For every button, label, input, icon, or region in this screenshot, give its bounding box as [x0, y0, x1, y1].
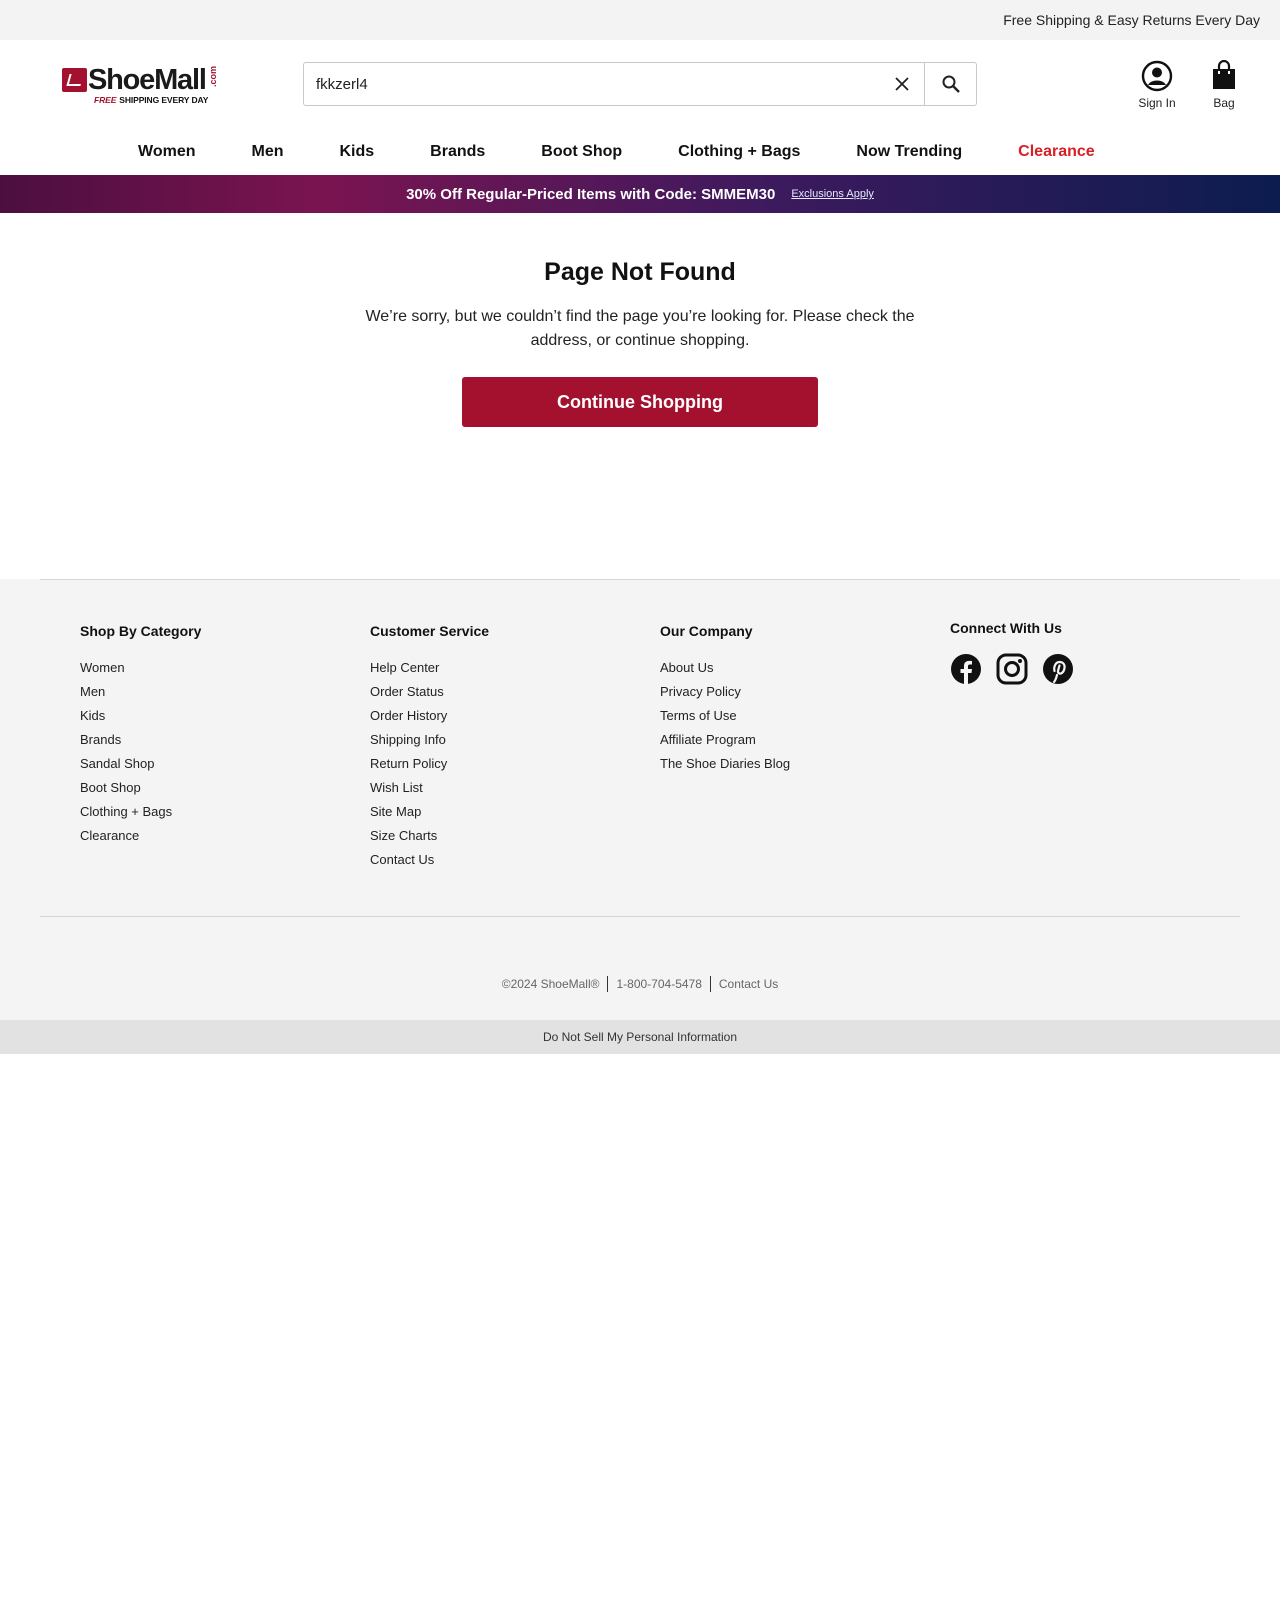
promo-banner[interactable]: 30% Off Regular-Priced Items with Code: …	[0, 175, 1280, 213]
footer-link-shoe-diaries-blog[interactable]: The Shoe Diaries Blog	[660, 752, 790, 776]
footer-customer-service: Customer Service Help Center Order Statu…	[370, 623, 489, 872]
footer-our-company: Our Company About Us Privacy Policy Term…	[660, 623, 790, 776]
promo-text: 30% Off Regular-Priced Items with Code: …	[406, 185, 776, 203]
footer-divider-top	[40, 579, 1240, 580]
footer-link-brands[interactable]: Brands	[80, 728, 201, 752]
footer-link-shipping-info[interactable]: Shipping Info	[370, 728, 489, 752]
footer-heading: Customer Service	[370, 623, 490, 639]
contact-us-link[interactable]: Contact Us	[719, 977, 778, 991]
footer-link-men[interactable]: Men	[80, 680, 201, 704]
footer-link-help-center[interactable]: Help Center	[370, 656, 489, 680]
logo-text: ShoeMall	[88, 64, 207, 96]
pinterest-icon[interactable]	[1042, 653, 1074, 685]
account-icon	[1141, 60, 1173, 92]
nav-women[interactable]: Women	[138, 143, 195, 161]
footer-link-wish-list[interactable]: Wish List	[370, 776, 489, 800]
continue-shopping-button[interactable]: Continue Shopping	[462, 377, 818, 427]
bag-label: Bag	[1213, 96, 1235, 110]
footer-heading: Shop By Category	[80, 623, 202, 639]
search-submit-button[interactable]	[924, 63, 976, 105]
logo-tagline-free: FREE	[94, 95, 117, 105]
free-shipping-message: Free Shipping & Easy Returns Every Day	[1003, 12, 1260, 28]
footer-link-about-us[interactable]: About Us	[660, 656, 790, 680]
sign-in-label: Sign In	[1138, 96, 1176, 110]
footer-connect: Connect With Us	[950, 620, 1074, 685]
nav-boot-shop[interactable]: Boot Shop	[541, 143, 622, 161]
footer-legal-line: ©2024 ShoeMall® 1-800-704-5478 Contact U…	[0, 976, 1280, 992]
footer-link-privacy-policy[interactable]: Privacy Policy	[660, 680, 790, 704]
search-icon	[942, 75, 960, 93]
footer-heading: Our Company	[660, 623, 753, 639]
footer-link-contact-us[interactable]: Contact Us	[370, 848, 489, 872]
logo-tagline: FREE SHIPPING EVERY DAY	[94, 95, 208, 105]
site-header: ShoeMall .com FREESHIPPING EVERY DAY Sig…	[0, 40, 1280, 128]
footer-link-return-policy[interactable]: Return Policy	[370, 752, 489, 776]
main-nav: Women Men Kids Brands Boot Shop Clothing…	[0, 128, 1280, 175]
shoemall-logo[interactable]: ShoeMall .com FREE SHIPPING EVERY DAY	[62, 64, 222, 108]
do-not-sell-bar: Do Not Sell My Personal Information	[0, 1020, 1280, 1054]
separator	[607, 976, 609, 992]
exclusions-link[interactable]: Exclusions Apply	[791, 188, 874, 200]
search-bar	[303, 62, 977, 106]
footer-heading: Connect With Us	[950, 620, 1062, 636]
bag-button[interactable]: Bag	[1206, 60, 1242, 110]
footer-link-kids[interactable]: Kids	[80, 704, 201, 728]
footer-shop-by-category: Shop By Category Women Men Kids Brands S…	[80, 623, 201, 848]
footer-link-boot-shop[interactable]: Boot Shop	[80, 776, 201, 800]
top-banner: Free Shipping & Easy Returns Every Day	[0, 0, 1280, 40]
footer-link-site-map[interactable]: Site Map	[370, 800, 489, 824]
close-icon	[895, 77, 909, 91]
page-title: Page Not Found	[544, 258, 736, 286]
nav-clearance[interactable]: Clearance	[1018, 143, 1095, 161]
copyright-text: ©2024 ShoeMall®	[501, 977, 600, 991]
do-not-sell-link[interactable]: Do Not Sell My Personal Information	[543, 1030, 737, 1044]
footer-divider-bottom	[40, 916, 1240, 917]
footer-link-order-history[interactable]: Order History	[370, 704, 489, 728]
nav-kids[interactable]: Kids	[339, 143, 374, 161]
site-footer: Shop By Category Women Men Kids Brands S…	[0, 579, 1280, 1020]
footer-link-clothing-bags[interactable]: Clothing + Bags	[80, 800, 201, 824]
nav-brands[interactable]: Brands	[430, 143, 485, 161]
facebook-icon[interactable]	[950, 653, 982, 685]
separator	[709, 976, 711, 992]
logo-mark-icon	[62, 68, 87, 92]
clear-search-button[interactable]	[880, 63, 924, 105]
sign-in-button[interactable]: Sign In	[1132, 60, 1182, 110]
footer-link-sandal-shop[interactable]: Sandal Shop	[80, 752, 201, 776]
social-links	[950, 653, 1074, 685]
not-found-section: Page Not Found We’re sorry, but we could…	[0, 213, 1280, 579]
nav-now-trending[interactable]: Now Trending	[856, 143, 962, 161]
footer-link-size-charts[interactable]: Size Charts	[370, 824, 489, 848]
instagram-icon[interactable]	[996, 653, 1028, 685]
logo-tagline-rest: SHIPPING EVERY DAY	[119, 95, 209, 105]
footer-link-terms-of-use[interactable]: Terms of Use	[660, 704, 790, 728]
not-found-message: We’re sorry, but we couldn’t find the pa…	[365, 308, 915, 349]
footer-link-order-status[interactable]: Order Status	[370, 680, 489, 704]
phone-link[interactable]: 1-800-704-5478	[616, 977, 701, 991]
logo-suffix: .com	[208, 66, 218, 88]
nav-men[interactable]: Men	[251, 143, 283, 161]
footer-link-affiliate-program[interactable]: Affiliate Program	[660, 728, 790, 752]
footer-link-women[interactable]: Women	[80, 656, 201, 680]
footer-link-clearance[interactable]: Clearance	[80, 824, 201, 848]
search-input[interactable]	[304, 63, 880, 105]
shopping-bag-icon	[1213, 60, 1235, 89]
nav-clothing-bags[interactable]: Clothing + Bags	[678, 143, 800, 161]
